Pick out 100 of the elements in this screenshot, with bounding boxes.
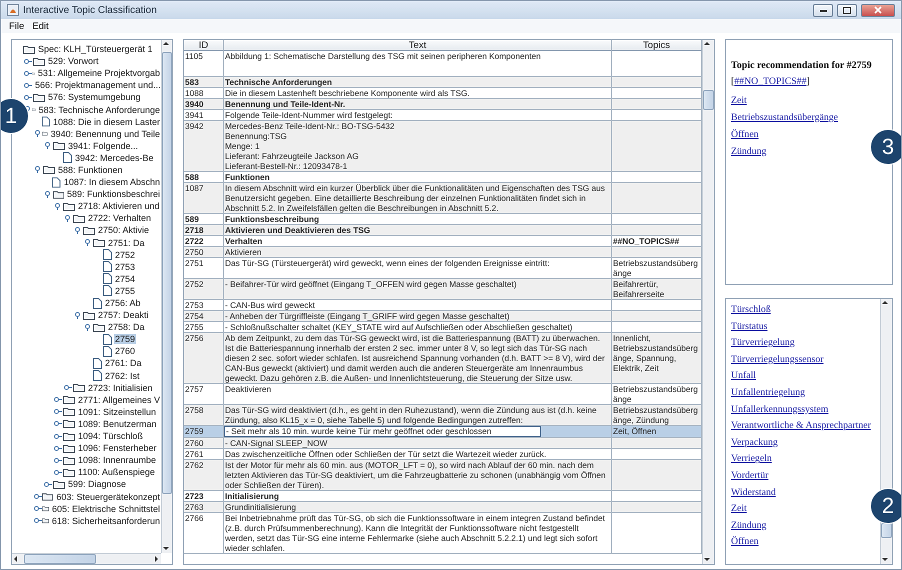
topic-link[interactable]: ##NO_TOPICS## <box>734 76 806 87</box>
topic-link[interactable]: Vordertür <box>731 470 768 481</box>
tree-item[interactable]: 589: Funktionsbeschrei <box>66 189 161 200</box>
topic-link[interactable]: Öffnen <box>731 129 759 140</box>
collapsed-handle-icon[interactable] <box>34 517 42 524</box>
topic-link[interactable]: Verantwortliche & Ansprechpartner <box>731 420 871 432</box>
arrow-up-icon[interactable] <box>703 40 711 48</box>
tree-item[interactable]: 2758: Da <box>107 322 146 332</box>
scrollbar-thumb[interactable] <box>162 52 172 494</box>
tree-item[interactable]: 566: Projektmanagement und... <box>34 80 161 90</box>
topic-link[interactable]: Verriegeln <box>731 453 772 464</box>
topic-link[interactable]: Verpackung <box>731 436 778 448</box>
menu-item[interactable]: File <box>9 20 24 32</box>
expanded-handle-icon[interactable] <box>54 202 62 210</box>
column-header[interactable]: Topics <box>612 40 702 51</box>
collapsed-handle-icon[interactable] <box>64 384 72 392</box>
topic-link[interactable]: Türverriegelungssensor <box>731 354 824 365</box>
menu-item[interactable]: Edit <box>32 20 49 32</box>
arrow-down-icon[interactable] <box>881 556 889 564</box>
topic-link[interactable]: Türverriegelung <box>731 337 795 348</box>
arrow-up-icon[interactable] <box>881 299 889 307</box>
expanded-handle-icon[interactable] <box>84 239 92 246</box>
tree-item[interactable]: 3941: Folgende... <box>67 140 140 151</box>
tree-item[interactable]: Spec: KLH_Türsteuergerät 1 <box>37 44 154 54</box>
scrollbar-thumb[interactable] <box>881 523 892 538</box>
topic-link[interactable]: Unfall <box>731 370 756 382</box>
collapsed-handle-icon[interactable] <box>34 493 42 500</box>
tree-item[interactable]: 1089: Benutzerman <box>77 418 158 429</box>
topic-link[interactable]: Widerstand <box>731 486 776 498</box>
vertical-scrollbar[interactable] <box>702 40 714 564</box>
expanded-handle-icon[interactable] <box>64 214 72 222</box>
tree-item[interactable]: 588: Funktionen <box>57 164 124 175</box>
tree-item[interactable]: 1088: Die in diesem Laster <box>52 116 161 127</box>
collapsed-handle-icon[interactable] <box>54 432 62 440</box>
expanded-handle-icon[interactable] <box>74 312 82 319</box>
tree-item[interactable]: 2759 <box>114 334 136 344</box>
expanded-handle-icon[interactable] <box>34 130 42 138</box>
collapsed-handle-icon[interactable] <box>34 505 42 512</box>
vertical-scrollbar[interactable] <box>161 40 172 553</box>
tree-item[interactable]: 576: Systemumgebung <box>47 92 142 102</box>
tree-item[interactable]: 2756: Ab <box>104 298 142 308</box>
tree-item[interactable]: 618: Sicherheitsanforderun <box>50 516 161 526</box>
collapsed-handle-icon[interactable] <box>44 480 52 488</box>
close-button[interactable] <box>861 4 895 16</box>
tree-item[interactable]: 583: Technische Anforderunge <box>38 104 161 115</box>
horizontal-scrollbar[interactable] <box>12 553 161 564</box>
expanded-handle-icon[interactable] <box>44 190 52 198</box>
tree-item[interactable]: 1096: Fensterheber <box>77 443 158 454</box>
text-edit-field[interactable]: - Seit mehr als 10 min. wurde keine Tür mehr geöffnet oder geschlossen <box>224 426 541 437</box>
topic-link[interactable]: Unfallentriegelung <box>731 386 805 398</box>
tree-item[interactable]: 1091: Sitzeinstellun <box>77 406 158 417</box>
collapsed-handle-icon[interactable] <box>24 94 32 101</box>
maximize-button[interactable] <box>837 4 857 16</box>
tree-item[interactable]: 2722: Verhalten <box>87 213 152 224</box>
tree-item[interactable]: 2751: Da <box>107 238 146 248</box>
tree-item[interactable]: 2760 <box>114 346 136 356</box>
tree-item[interactable]: 2755 <box>114 286 136 296</box>
arrow-left-icon[interactable] <box>12 555 20 563</box>
tree-item[interactable]: 3942: Mercedes-Be <box>74 152 155 163</box>
tree-item[interactable]: 1087: In diesem Abschn <box>62 177 161 188</box>
tree-item[interactable]: 1098: Innenraumbe <box>77 455 158 466</box>
collapsed-handle-icon[interactable] <box>54 420 62 428</box>
collapsed-handle-icon[interactable] <box>54 456 62 464</box>
scrollbar-thumb[interactable] <box>24 554 96 564</box>
topic-link[interactable]: Zündung <box>731 520 766 531</box>
collapsed-handle-icon[interactable] <box>24 58 32 65</box>
tree-item[interactable]: 2723: Initialisien <box>87 382 154 393</box>
tree-item[interactable]: 2762: Ist <box>104 370 141 381</box>
topic-link[interactable]: Zeit <box>731 95 747 106</box>
arrow-down-icon[interactable] <box>703 556 711 564</box>
expanded-handle-icon[interactable] <box>34 166 42 174</box>
tree-item[interactable]: 2771: Allgemeines V <box>76 394 161 405</box>
tree-item[interactable]: 2754 <box>114 274 136 284</box>
tree-item[interactable]: 2718: Aktivieren und <box>77 201 161 212</box>
collapsed-handle-icon[interactable] <box>54 444 62 452</box>
scrollbar-thumb[interactable] <box>703 90 714 110</box>
tree-item[interactable]: 2750: Aktivie <box>97 225 150 236</box>
topic-link[interactable]: Unfallerkennungssystem <box>731 404 828 415</box>
tree-item[interactable]: 2757: Deakti <box>97 310 150 320</box>
expanded-handle-icon[interactable] <box>74 226 82 234</box>
topic-link[interactable]: Türstatus <box>731 320 768 332</box>
topic-link[interactable]: Öffnen <box>731 536 759 548</box>
expanded-handle-icon[interactable] <box>84 324 92 331</box>
tree-item[interactable]: 605: Elektrische Schnittstel <box>50 504 161 514</box>
minimize-button[interactable] <box>813 4 833 16</box>
arrow-down-icon[interactable] <box>162 545 170 553</box>
tree-item[interactable]: 2752 <box>114 250 136 260</box>
collapsed-handle-icon[interactable] <box>54 468 62 476</box>
tree-item[interactable]: 603: Steuergerätekonzept <box>55 492 161 502</box>
topic-link[interactable]: Zeit <box>731 503 747 514</box>
topic-link[interactable]: Betriebszustandsübergänge <box>731 112 838 123</box>
tree-item[interactable]: 531: Allgemeine Projektvorgab <box>36 68 161 78</box>
arrow-up-icon[interactable] <box>162 40 170 48</box>
topic-link[interactable]: Türschloß <box>731 304 771 315</box>
collapsed-handle-icon[interactable] <box>54 408 62 416</box>
arrow-right-icon[interactable] <box>153 555 161 563</box>
tree-item[interactable]: 1100: Außenspiege <box>77 467 156 478</box>
column-header[interactable]: ID <box>184 40 224 51</box>
expanded-handle-icon[interactable] <box>44 142 52 150</box>
tree-item[interactable]: 1094: Türschloß <box>77 431 144 442</box>
